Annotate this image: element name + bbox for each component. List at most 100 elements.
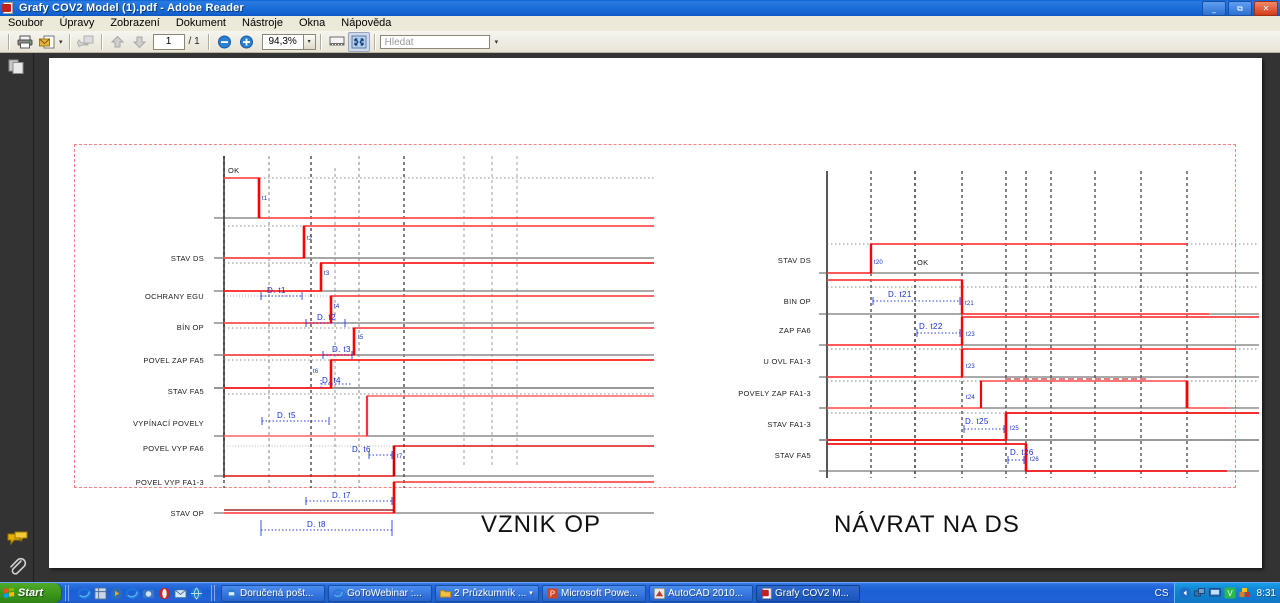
task-label-pruzkumnik: 2 Průzkumník ... bbox=[454, 587, 527, 599]
close-icon: ✕ bbox=[1262, 3, 1270, 13]
interval-label-d-t3: D. t3 bbox=[332, 345, 351, 354]
interval-label-d-t2: D. t2 bbox=[317, 313, 336, 322]
menu-okna[interactable]: Okna bbox=[291, 16, 333, 31]
ql-opera-icon[interactable] bbox=[158, 587, 171, 600]
task-group-dropdown[interactable]: ▾ bbox=[529, 589, 533, 597]
menu-zobrazeni[interactable]: Zobrazení bbox=[102, 16, 168, 31]
task-list: Doručená pošt... GoToWebinar :... 2 Průz… bbox=[219, 584, 1150, 602]
tray-back-icon[interactable] bbox=[1179, 587, 1191, 599]
zoom-out-button[interactable] bbox=[214, 32, 236, 52]
ql-outlook-express-icon[interactable] bbox=[174, 587, 187, 600]
interval-label-d-t7: D. t7 bbox=[332, 491, 351, 500]
menu-upravy[interactable]: Úpravy bbox=[51, 16, 102, 31]
ql-globe-icon[interactable] bbox=[190, 587, 203, 600]
zoom-level-input[interactable]: 94,3% bbox=[261, 33, 304, 50]
quick-launch-bar bbox=[73, 583, 208, 603]
right-diagram-title: NÁVRAT NA DS bbox=[834, 511, 1020, 538]
interval-label-d-t21: D. t21 bbox=[888, 290, 912, 299]
quicklaunch-grip[interactable] bbox=[65, 585, 70, 601]
fit-width-icon bbox=[329, 36, 345, 46]
folder-icon bbox=[440, 589, 451, 597]
interval-label-d-t25: D. t25 bbox=[965, 417, 989, 426]
arrow-up-icon bbox=[110, 35, 125, 47]
clock[interactable]: 8:31 bbox=[1254, 588, 1276, 599]
signal-label-r-stav-fa1-3: STAV FA1-3 bbox=[767, 420, 811, 429]
page-number-input[interactable]: 1 bbox=[152, 33, 185, 50]
start-button[interactable]: Start bbox=[0, 583, 62, 603]
windows-flag-icon bbox=[4, 587, 15, 598]
email-button[interactable] bbox=[36, 32, 58, 52]
task-button-gotowebinar[interactable]: GoToWebinar :... bbox=[328, 584, 432, 602]
toolbar-separator-6 bbox=[373, 33, 376, 50]
task-button-adobe-reader[interactable]: Grafy COV2 M... bbox=[756, 584, 860, 602]
previous-view-icon bbox=[77, 35, 94, 48]
pages-thumbnail-icon bbox=[8, 59, 24, 74]
comments-panel-button[interactable] bbox=[7, 531, 28, 549]
toolbar: ▾ 1 / 1 94,3% ▾ Hledat ▾ bbox=[0, 31, 1280, 53]
tray-antivirus-icon[interactable]: V bbox=[1224, 587, 1236, 599]
menu-nastroje[interactable]: Nástroje bbox=[234, 16, 291, 31]
ql-show-desktop-icon[interactable] bbox=[94, 586, 107, 600]
next-page-button[interactable] bbox=[129, 32, 151, 52]
time-mark-t23b: t23 bbox=[966, 364, 975, 370]
pages-panel-button[interactable] bbox=[7, 58, 27, 76]
minimize-button[interactable]: _ bbox=[1202, 1, 1226, 16]
close-button[interactable]: ✕ bbox=[1254, 1, 1278, 16]
menu-napoveda[interactable]: Nápověda bbox=[333, 16, 399, 31]
time-mark-t7: t7 bbox=[397, 454, 403, 460]
time-mark-t24: t24 bbox=[966, 395, 975, 401]
ie-icon bbox=[333, 588, 344, 598]
system-tray: V 8:31 bbox=[1173, 583, 1280, 603]
document-canvas[interactable]: STAV DS OCHRANY EGU BÍN OP POVEL ZAP FA5… bbox=[34, 53, 1280, 582]
task-button-pruzkumnik[interactable]: 2 Průzkumník ... ▾ bbox=[435, 584, 539, 602]
task-button-outlook[interactable]: Doručená pošt... bbox=[221, 584, 325, 602]
tray-network-icon[interactable] bbox=[1193, 587, 1206, 599]
find-input[interactable]: Hledat bbox=[379, 34, 490, 49]
maximize-button[interactable]: ⧉ bbox=[1228, 1, 1252, 16]
ql-media-player-icon[interactable] bbox=[110, 587, 123, 600]
find-dropdown-arrow[interactable]: ▾ bbox=[495, 38, 499, 46]
email-dropdown-arrow[interactable]: ▾ bbox=[59, 38, 63, 46]
previous-page-button[interactable] bbox=[107, 32, 129, 52]
interval-label-d-t8: D. t8 bbox=[307, 520, 326, 529]
tray-apps-icon[interactable] bbox=[1239, 587, 1251, 599]
task-button-autocad[interactable]: AutoCAD 2010... bbox=[649, 584, 753, 602]
menu-dokument[interactable]: Dokument bbox=[168, 16, 234, 31]
fit-width-button[interactable] bbox=[326, 32, 348, 52]
zoom-in-button[interactable] bbox=[236, 32, 258, 52]
left-diagram-title: VZNIK OP bbox=[481, 511, 602, 538]
zoom-in-icon bbox=[240, 35, 254, 48]
state-label-r-ok: OK bbox=[917, 258, 929, 267]
toolbar-separator-2 bbox=[68, 33, 71, 50]
restore-icon: ⧉ bbox=[1237, 3, 1243, 13]
time-mark-t1: t1 bbox=[262, 196, 268, 202]
interval-label-d-t6: D. t6 bbox=[352, 445, 371, 454]
time-mark-t20: t20 bbox=[874, 260, 883, 266]
previous-view-button[interactable] bbox=[75, 32, 97, 52]
adobe-icon bbox=[761, 587, 772, 599]
toolbar-separator bbox=[8, 33, 10, 50]
ql-internet-explorer-icon[interactable] bbox=[78, 587, 91, 600]
signal-label-povel-zap-fa5: POVEL ZAP FA5 bbox=[143, 356, 204, 365]
signal-label-stav-fa5: STAV FA5 bbox=[167, 387, 204, 396]
right-diagram-graphics bbox=[819, 171, 1259, 478]
taskbar-grip[interactable] bbox=[211, 585, 216, 601]
comments-icon bbox=[7, 531, 28, 546]
ql-internet-explorer-2-icon[interactable] bbox=[126, 587, 139, 600]
tray-monitor-icon[interactable] bbox=[1208, 587, 1221, 599]
interval-label-d-t4: D. t4 bbox=[322, 376, 341, 385]
task-button-powerpoint[interactable]: P Microsoft Powe... bbox=[542, 584, 646, 602]
fit-page-button[interactable] bbox=[347, 31, 370, 52]
start-label: Start bbox=[18, 587, 44, 599]
language-indicator[interactable]: CS bbox=[1150, 588, 1174, 599]
zoom-dropdown-button[interactable]: ▾ bbox=[303, 33, 316, 50]
time-mark-t26: t26 bbox=[1030, 457, 1039, 463]
interval-label-d-t1: D. t1 bbox=[267, 286, 286, 295]
attachments-panel-button[interactable] bbox=[7, 557, 27, 575]
menu-soubor[interactable]: Soubor bbox=[0, 16, 51, 31]
signal-label-r-stav-ds: STAV DS bbox=[777, 256, 811, 265]
outlook-icon bbox=[226, 588, 237, 598]
print-button[interactable] bbox=[14, 32, 36, 52]
main-area: STAV DS OCHRANY EGU BÍN OP POVEL ZAP FA5… bbox=[0, 53, 1280, 582]
ql-camera-icon[interactable] bbox=[142, 587, 155, 600]
